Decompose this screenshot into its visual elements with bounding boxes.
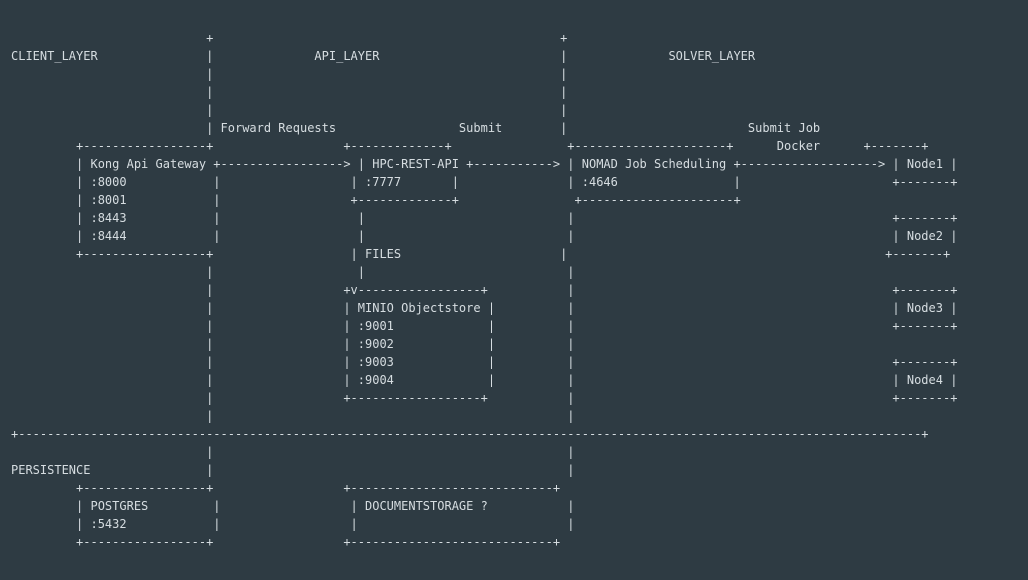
diagram-line: +-----------------+ +-------------------…	[11, 481, 561, 495]
diagram-line: | | MINIO Objectstore | | | Node3 |	[11, 301, 958, 315]
diagram-line: | | :9002 | |	[11, 337, 575, 351]
diagram-line: | |	[11, 445, 575, 459]
diagram-line: +-----------------+ +-------------------…	[11, 535, 561, 549]
diagram-line: | Forward Requests Submit | Submit Job	[11, 121, 821, 135]
diagram-line: | Kong Api Gateway +-----------------> |…	[11, 157, 958, 171]
diagram-line: +---------------------------------------…	[11, 427, 929, 441]
diagram-line: | :5432 | | |	[11, 517, 575, 531]
diagram-line: | +v-----------------+ | +-------+	[11, 283, 958, 297]
diagram-line: | |	[11, 67, 568, 81]
diagram-line: | |	[11, 103, 568, 117]
diagram-line: CLIENT_LAYER | API_LAYER | SOLVER_LAYER	[11, 49, 756, 63]
diagram-line: | | :9003 | | +-------+	[11, 355, 958, 369]
diagram-line: | | :9004 | | | Node4 |	[11, 373, 958, 387]
diagram-line: | :8001 | +-------------+ +-------------…	[11, 193, 741, 207]
diagram-line: | | :9001 | | +-------+	[11, 319, 958, 333]
diagram-line: | :8000 | | :7777 | | :4646 | +-------+	[11, 175, 958, 189]
diagram-line: + +	[11, 31, 568, 45]
diagram-line: +-----------------+ | FILES | +-------+	[11, 247, 951, 261]
diagram-line: | |	[11, 85, 568, 99]
diagram-line: | | |	[11, 265, 575, 279]
diagram-line: | :8443 | | | +-------+	[11, 211, 958, 225]
diagram-canvas: { "diagram": { "lines": [ " + +", "CLIEN…	[0, 0, 1028, 580]
diagram-line: | POSTGRES | | DOCUMENTSTORAGE ? |	[11, 499, 575, 513]
ascii-architecture-diagram: + + CLIENT_LAYER | API_LAYER | SOLVER_LAY…	[11, 29, 957, 551]
diagram-line: | |	[11, 409, 575, 423]
diagram-line: | :8444 | | | | Node2 |	[11, 229, 958, 243]
diagram-line: +-----------------+ +-------------+ +---…	[11, 139, 929, 153]
diagram-line: PERSISTENCE | |	[11, 463, 575, 477]
diagram-line: | +------------------+ | +-------+	[11, 391, 958, 405]
